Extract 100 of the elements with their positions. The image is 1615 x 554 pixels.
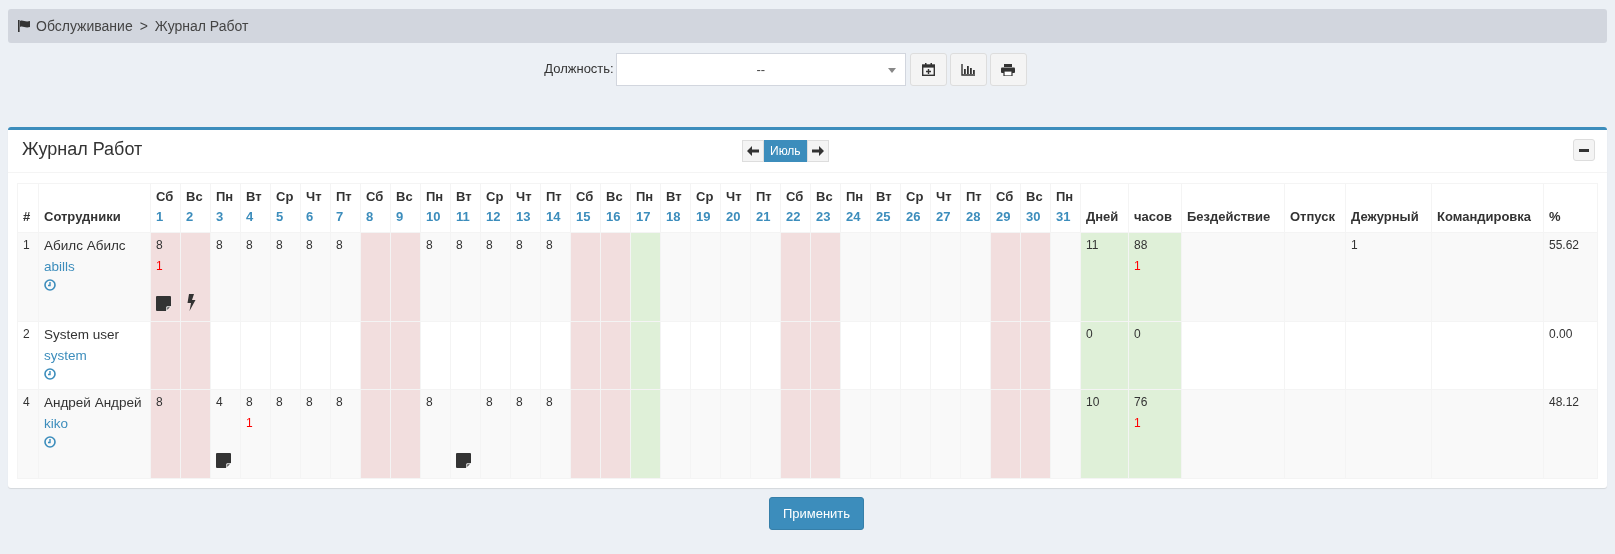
table-cell	[600, 321, 631, 390]
column-header: Дней	[1080, 183, 1129, 233]
hours-value: 8	[306, 395, 314, 409]
day-header: Пт 14	[540, 183, 571, 233]
day-header: Чт 27	[930, 183, 961, 233]
hours-value: 8	[426, 238, 434, 252]
day-header: Вс 16	[600, 183, 631, 233]
day-header: Пн 10	[420, 183, 451, 233]
table-cell	[750, 321, 781, 390]
hours-value: 8	[516, 238, 524, 252]
table-cell	[780, 321, 811, 390]
employee-login[interactable]: kiko	[44, 416, 145, 431]
day-header: Вс 30	[1020, 183, 1051, 233]
print-button[interactable]	[989, 53, 1027, 86]
day-header: Сб 8	[360, 183, 391, 233]
breadcrumb-link[interactable]: Журнал Работ	[154, 18, 249, 34]
column-header: часов	[1128, 183, 1182, 233]
hours-value: 8	[426, 395, 434, 409]
hours-value: 8	[336, 238, 344, 252]
summary-value: 76	[1134, 395, 1149, 409]
hours-value: 8	[516, 395, 524, 409]
arrow-right-icon	[811, 146, 824, 156]
table-cell	[390, 321, 421, 390]
row-number: 4	[23, 395, 30, 409]
employee-name: System user	[44, 327, 121, 342]
breadcrumb-link[interactable]: Обслуживание	[36, 18, 133, 34]
day-header: Сб 29	[990, 183, 1021, 233]
position-select[interactable]: --	[615, 53, 906, 86]
hours-value: 8	[216, 238, 224, 252]
day-header: Пт 7	[330, 183, 361, 233]
note-icon	[216, 453, 231, 468]
clock-icon[interactable]	[44, 436, 56, 448]
column-header: Дежурный	[1345, 183, 1432, 233]
day-header: Ср 12	[480, 183, 511, 233]
overtime-value: 1	[1134, 416, 1142, 430]
day-header: Пн 24	[840, 183, 871, 233]
panel-title: Журнал Работ	[22, 138, 143, 160]
calendar-icon	[921, 63, 935, 76]
collapse-button[interactable]	[1573, 139, 1595, 161]
previous-month-button[interactable]	[742, 140, 764, 162]
arrow-left-icon	[747, 146, 759, 156]
column-header: %	[1543, 183, 1598, 233]
minus-icon	[1579, 148, 1589, 152]
day-header: Чт 13	[510, 183, 541, 233]
hours-value: 8	[336, 395, 344, 409]
summary-value: 11	[1086, 238, 1100, 252]
hours-value: 8	[156, 238, 164, 252]
summary-value: 0	[1086, 327, 1094, 341]
clock-icon[interactable]	[44, 368, 56, 380]
table-cell	[360, 321, 391, 390]
hours-value: 8	[546, 238, 554, 252]
day-header: Сб 22	[780, 183, 811, 233]
overtime-value: 1	[156, 259, 164, 273]
hours-value: 8	[246, 238, 254, 252]
table-cell	[660, 321, 691, 390]
hours-value: 8	[276, 395, 284, 409]
day-header: Пн 31	[1050, 183, 1081, 233]
day-header: Сб 15	[570, 183, 601, 233]
day-header: Пн 3	[210, 183, 241, 233]
next-month-button[interactable]	[806, 140, 829, 162]
table-cell	[630, 321, 661, 390]
hours-value: 8	[156, 395, 164, 409]
table-cell	[810, 321, 841, 390]
day-header: Вс 23	[810, 183, 841, 233]
hours-value: 8	[546, 395, 554, 409]
day-header: Вт 25	[870, 183, 901, 233]
calendar-button[interactable]	[909, 53, 947, 86]
day-header: Вс 2	[180, 183, 211, 233]
column-header: Отпуск	[1284, 183, 1346, 233]
table-cell	[840, 321, 871, 390]
summary-value: 48.12	[1549, 395, 1581, 409]
day-header: Чт 6	[300, 183, 331, 233]
employee-name: Абилс Абилс	[44, 238, 127, 253]
day-header: Вт 4	[240, 183, 271, 233]
day-header: Вт 18	[660, 183, 691, 233]
bar-chart-icon	[961, 63, 976, 76]
table-cell	[570, 321, 601, 390]
flag-icon	[18, 20, 31, 32]
overtime-value: 1	[1134, 259, 1142, 273]
note-icon	[456, 453, 471, 468]
summary-value: 0	[1134, 327, 1142, 341]
summary-value: 0.00	[1549, 327, 1574, 341]
day-header: Пт 28	[960, 183, 991, 233]
day-header: Вс 9	[390, 183, 421, 233]
summary-value: 10	[1086, 395, 1101, 409]
summary-value: 55.62	[1549, 238, 1581, 252]
day-header: Пт 21	[750, 183, 781, 233]
day-header: Ср 26	[900, 183, 931, 233]
hours-value: 8	[306, 238, 314, 252]
clock-icon[interactable]	[44, 279, 56, 291]
day-header: Ср 19	[690, 183, 721, 233]
employee-login[interactable]: system	[44, 348, 145, 363]
chart-button[interactable]	[949, 53, 987, 86]
apply-button[interactable]: Применить	[768, 497, 865, 530]
table-cell	[960, 321, 991, 390]
employee-login[interactable]: abills	[44, 259, 145, 274]
column-header: #	[17, 183, 39, 233]
hours-value: 4	[216, 395, 224, 409]
lightning-icon	[186, 294, 196, 311]
month-label: Июль	[764, 140, 807, 162]
